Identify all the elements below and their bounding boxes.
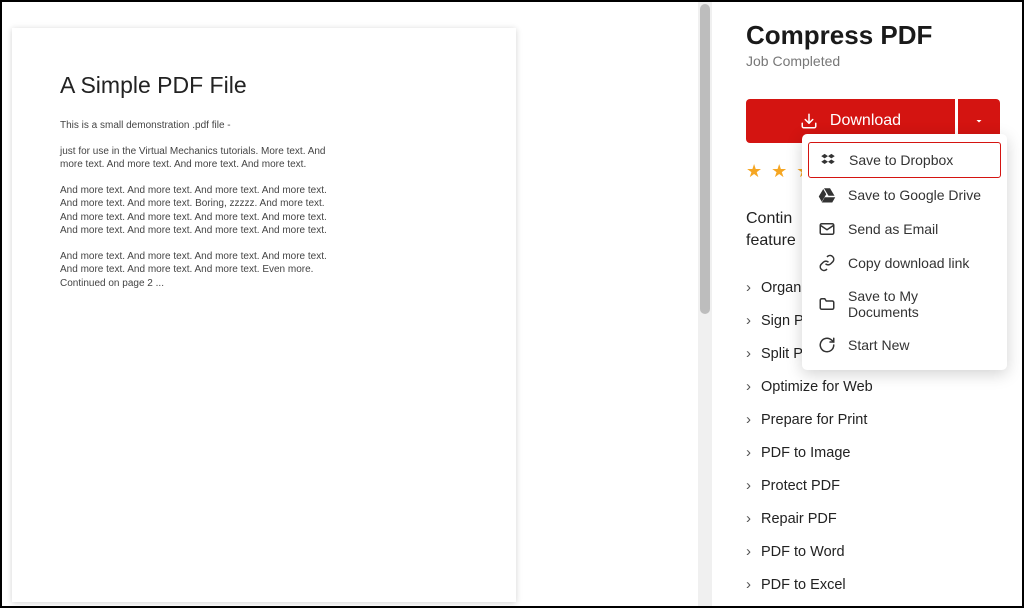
caret-down-icon — [973, 115, 985, 127]
pdf-preview-pane: A Simple PDF File This is a small demons… — [2, 2, 712, 606]
refresh-icon — [818, 336, 836, 354]
popover-item-label: Save to My Documents — [848, 288, 991, 320]
sidebar: Compress PDF Job Completed Download ★ ★ … — [712, 2, 1022, 606]
popover-item-label: Start New — [848, 337, 909, 353]
popover-item-mydocs[interactable]: Save to My Documents — [808, 280, 1001, 328]
download-button-label: Download — [830, 112, 901, 130]
page-title: Compress PDF — [746, 20, 1000, 51]
popover-item-label: Send as Email — [848, 221, 938, 237]
google-drive-icon — [818, 186, 836, 204]
feature-item-excel[interactable]: PDF to Excel — [746, 568, 1000, 601]
folder-icon — [818, 295, 836, 313]
popover-item-start-new[interactable]: Start New — [808, 328, 1001, 362]
pdf-paragraph: And more text. And more text. And more t… — [60, 184, 340, 238]
feature-item-powerpoint[interactable]: PDF to Powerpoint — [746, 601, 1000, 608]
pdf-paragraph: just for use in the Virtual Mechanics tu… — [60, 145, 340, 172]
feature-item-optimize[interactable]: Optimize for Web — [746, 370, 1000, 403]
job-status: Job Completed — [746, 53, 1000, 69]
pdf-page: A Simple PDF File This is a small demons… — [12, 28, 516, 602]
popover-item-copy-link[interactable]: Copy download link — [808, 246, 1001, 280]
preview-scrollbar-track[interactable] — [698, 2, 712, 606]
popover-item-label: Save to Dropbox — [849, 152, 953, 168]
popover-item-dropbox[interactable]: Save to Dropbox — [808, 142, 1001, 178]
popover-item-label: Save to Google Drive — [848, 187, 981, 203]
feature-item-repair[interactable]: Repair PDF — [746, 502, 1000, 535]
pdf-page-title: A Simple PDF File — [60, 72, 468, 99]
pdf-paragraph: And more text. And more text. And more t… — [60, 250, 340, 291]
feature-item-protect[interactable]: Protect PDF — [746, 469, 1000, 502]
mail-icon — [818, 220, 836, 238]
popover-item-email[interactable]: Send as Email — [808, 212, 1001, 246]
download-options-popover: Save to Dropbox Save to Google Drive Sen… — [802, 134, 1007, 370]
popover-item-label: Copy download link — [848, 255, 969, 271]
download-icon — [800, 112, 818, 130]
popover-item-gdrive[interactable]: Save to Google Drive — [808, 178, 1001, 212]
feature-item-image[interactable]: PDF to Image — [746, 436, 1000, 469]
feature-item-print[interactable]: Prepare for Print — [746, 403, 1000, 436]
dropbox-icon — [819, 151, 837, 169]
link-icon — [818, 254, 836, 272]
pdf-paragraph: This is a small demonstration .pdf file … — [60, 119, 340, 133]
feature-item-word[interactable]: PDF to Word — [746, 535, 1000, 568]
preview-scrollbar-thumb[interactable] — [700, 4, 710, 314]
